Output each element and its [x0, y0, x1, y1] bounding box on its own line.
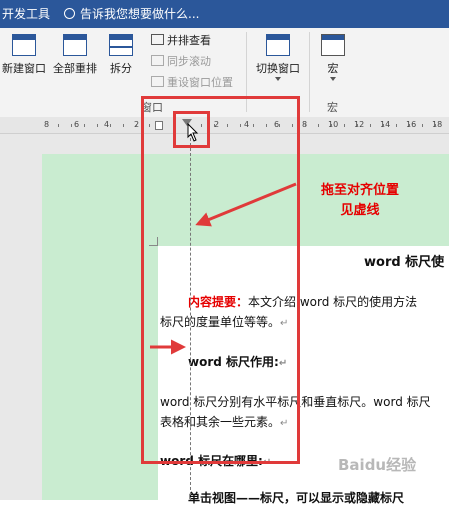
annotation-text: 拖至对齐位置 见虚线: [305, 181, 415, 221]
annotation-arrows: [150, 122, 297, 355]
arrow-to-guide: [195, 182, 297, 227]
watermark: Baidu经验: [338, 456, 417, 474]
mouse-cursor-icon: [187, 122, 199, 142]
annotation-line1: 拖至对齐位置: [320, 183, 399, 198]
annotation-line2: 见虚线: [340, 203, 380, 218]
